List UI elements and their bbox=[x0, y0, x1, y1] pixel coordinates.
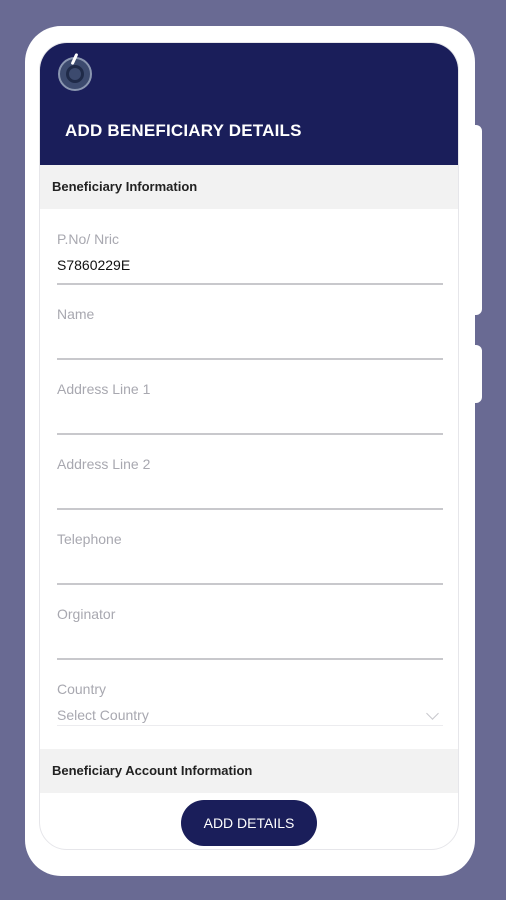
field-label: Address Line 1 bbox=[57, 381, 151, 397]
field-value[interactable] bbox=[57, 482, 443, 500]
field-underline bbox=[57, 583, 443, 585]
originator-field[interactable]: Orginator bbox=[57, 606, 443, 660]
field-underline bbox=[57, 725, 443, 726]
field-label: Country bbox=[57, 681, 107, 697]
chevron-down-icon[interactable] bbox=[426, 706, 439, 720]
phone-side-button bbox=[474, 125, 482, 315]
field-label: Name bbox=[57, 306, 95, 322]
logo-icon bbox=[58, 52, 92, 91]
nric-field[interactable]: P.No/ Nric S7860229E bbox=[57, 231, 443, 285]
field-underline bbox=[57, 358, 443, 360]
field-underline bbox=[57, 658, 443, 660]
section-header-account-info: Beneficiary Account Information bbox=[40, 749, 458, 793]
address-line-2-field[interactable]: Address Line 2 bbox=[57, 456, 443, 510]
address-line-1-field[interactable]: Address Line 1 bbox=[57, 381, 443, 435]
country-select[interactable]: Country Select Country bbox=[57, 681, 443, 726]
app-header: ADD BENEFICIARY DETAILS bbox=[40, 43, 458, 165]
app-screen: ADD BENEFICIARY DETAILS Beneficiary Info… bbox=[39, 42, 459, 850]
country-select-placeholder: Select Country bbox=[57, 707, 149, 723]
field-underline bbox=[57, 508, 443, 510]
field-underline bbox=[57, 283, 443, 285]
telephone-field[interactable]: Telephone bbox=[57, 531, 443, 585]
field-value[interactable]: S7860229E bbox=[57, 257, 443, 275]
page-title: ADD BENEFICIARY DETAILS bbox=[65, 121, 302, 140]
field-underline bbox=[57, 433, 443, 435]
field-label: Telephone bbox=[57, 531, 122, 547]
field-label: Address Line 2 bbox=[57, 456, 151, 472]
field-value[interactable] bbox=[57, 332, 443, 350]
phone-side-button bbox=[474, 345, 482, 403]
field-value[interactable] bbox=[57, 557, 443, 575]
name-field[interactable]: Name bbox=[57, 306, 443, 360]
field-value[interactable] bbox=[57, 632, 443, 650]
field-value[interactable] bbox=[57, 407, 443, 425]
add-details-button[interactable]: ADD DETAILS bbox=[181, 800, 317, 846]
section-header-beneficiary-info: Beneficiary Information bbox=[40, 165, 458, 209]
field-label: Orginator bbox=[57, 606, 116, 622]
field-label: P.No/ Nric bbox=[57, 231, 119, 247]
